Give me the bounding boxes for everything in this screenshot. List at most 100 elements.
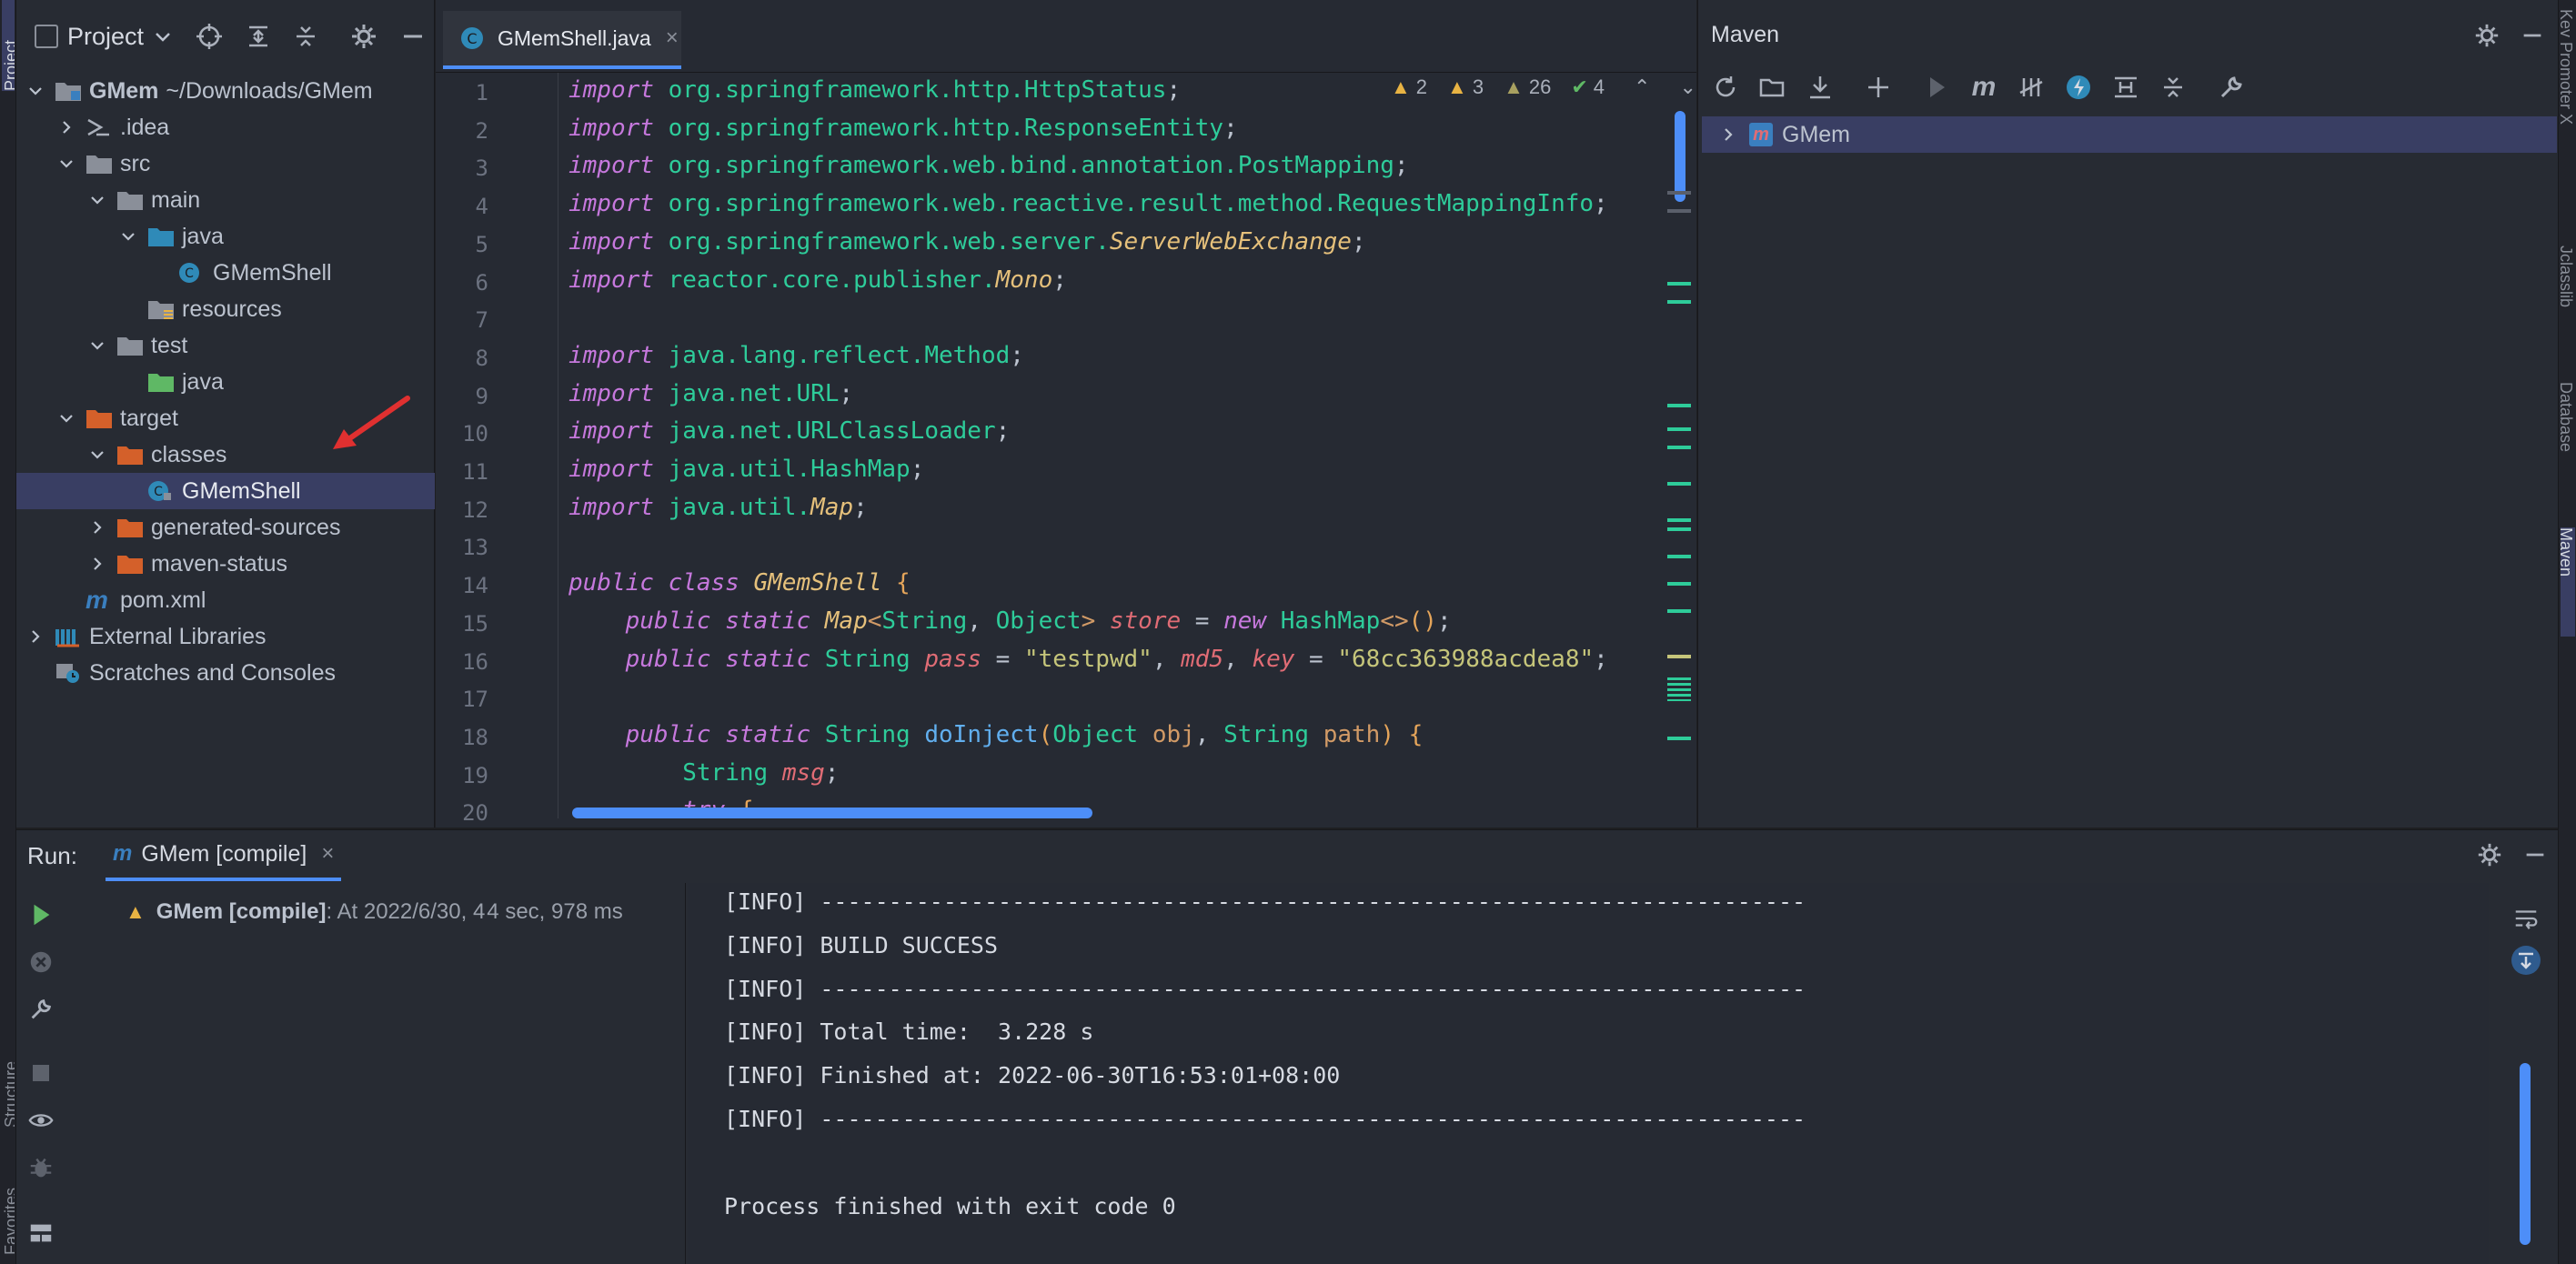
tree-item[interactable]: C GMemShell [16,255,435,291]
code-token: ; [1010,341,1024,369]
close-icon[interactable]: × [666,25,679,51]
tree-item-label: maven-status [151,550,288,577]
maven-tool-button[interactable]: Maven [2561,527,2575,637]
gear-icon[interactable] [2473,22,2501,49]
expand-all-icon[interactable] [244,22,273,51]
code-token: ; [1351,227,1366,256]
chevron-right-icon[interactable] [27,628,44,645]
code-line: public static String doInject(Object obj… [569,721,1424,748]
collapse-all-icon[interactable] [291,22,320,51]
editor-tab-gmemshell[interactable]: C GMemShell.java × [443,11,681,69]
tree-item[interactable]: maven-status [16,546,435,582]
code-token: import [569,266,654,294]
collapse-all-icon[interactable] [2158,73,2188,102]
console-scrollbar[interactable] [2520,1063,2531,1245]
tree-item[interactable]: C GMemShell [16,473,435,509]
close-icon[interactable]: × [321,841,334,867]
tree-item-label: .idea [120,114,170,140]
console-line: [INFO] ---------------------------------… [724,975,1806,1002]
chevron-down-icon[interactable] [153,26,173,46]
code-line: import java.util.HashMap; [569,456,924,483]
hide-panel-icon[interactable] [2519,22,2546,49]
code-token: import [569,76,654,104]
run-tree-item[interactable]: ▲ GMem [compile] : At 2022/6/30, 4 4 sec… [126,899,623,925]
project-tool-button[interactable]: Project [2,0,15,91]
toggle-offline-icon[interactable] [2017,73,2046,102]
project-view-icon[interactable] [35,25,58,48]
reload-icon[interactable] [1711,73,1740,102]
tree-item[interactable]: GMem ~/Downloads/GMem [16,73,435,109]
tree-item-label: Scratches and Consoles [89,659,336,686]
tree-item[interactable]: resources [16,291,435,327]
key-promoter-tool-button[interactable]: Key Promoter X [2561,9,2575,209]
console-output[interactable]: [INFO] ---------------------------------… [688,883,2489,1264]
tree-item[interactable]: m pom.xml [16,582,435,618]
tree-item[interactable]: test [16,327,435,364]
execute-goal-icon[interactable]: m [1969,73,1998,102]
code-token: ; [1594,190,1608,218]
project-panel-title[interactable]: Project [67,23,144,51]
wrench-icon[interactable] [27,996,55,1023]
layout-icon[interactable] [27,1219,55,1247]
horizontal-scrollbar[interactable] [572,808,1092,818]
maven-project-gmem[interactable]: m GMem [1702,116,2557,153]
chevron-down-icon[interactable] [58,410,75,426]
chevron-right-icon[interactable] [58,119,75,135]
chevron-down-icon[interactable] [27,83,44,99]
hide-panel-icon[interactable] [398,22,428,51]
code-token: () [1408,607,1437,635]
chevron-down-icon[interactable] [89,446,106,463]
stop-icon[interactable] [29,1061,53,1085]
excluded-folder-icon [116,553,151,575]
generate-sources-icon[interactable] [1758,73,1787,102]
database-tool-button[interactable]: Database [2561,382,2575,509]
run-tab-gmem-compile[interactable]: m GMem [compile] × [106,830,342,881]
code-view[interactable]: import org.springframework.http.HttpStat… [436,73,1664,818]
code-token: ; [1223,114,1238,142]
tree-item[interactable]: .idea [16,109,435,145]
locate-icon[interactable] [195,22,224,51]
download-icon[interactable] [1806,73,1835,102]
tree-item[interactable]: Scratches and Consoles [16,655,435,691]
tree-item[interactable]: main [16,182,435,218]
chevron-down-icon[interactable] [58,155,75,172]
soft-wrap-icon[interactable] [2512,905,2540,932]
hide-panel-icon[interactable] [2521,841,2549,868]
chevron-right-icon[interactable] [89,556,106,572]
code-token: import [569,493,654,521]
chevron-down-icon[interactable] [89,337,106,354]
chevron-right-icon[interactable] [89,519,106,536]
maven-project-label: GMem [1782,121,1850,147]
show-dependencies-icon[interactable] [2111,73,2140,102]
tree-item[interactable]: External Libraries [16,618,435,655]
code-token: Object [995,607,1082,635]
add-icon[interactable] [1864,73,1893,102]
skip-tests-icon[interactable] [2064,73,2093,102]
gear-icon[interactable] [349,22,378,51]
jclasslib-tool-button[interactable]: Jclasslib [2561,246,2575,355]
toggle-tree-icon[interactable] [27,948,55,976]
favorites-tool-button[interactable]: Favorites [2,1155,15,1255]
tree-item[interactable]: src [16,145,435,182]
error-stripe [1667,164,1693,764]
code-token: , [1152,645,1182,673]
chevron-right-icon[interactable] [1720,126,1736,143]
chevron-down-icon[interactable] [89,192,106,208]
scroll-to-end-icon[interactable] [2511,945,2541,976]
tree-item[interactable]: generated-sources [16,509,435,546]
next-highlight-icon[interactable]: ⌄ [1679,75,1696,99]
structure-tool-button[interactable]: Structure [2,991,15,1128]
code-token: ; [1594,645,1608,673]
wrench-icon[interactable] [2217,73,2246,102]
tree-item[interactable]: java [16,218,435,255]
debug-icon[interactable] [27,1154,55,1181]
run-icon[interactable] [1922,73,1951,102]
chevron-down-icon[interactable] [120,228,136,245]
rerun-icon[interactable] [27,901,55,928]
eye-icon[interactable] [27,1107,55,1134]
gear-icon[interactable] [2476,841,2503,868]
